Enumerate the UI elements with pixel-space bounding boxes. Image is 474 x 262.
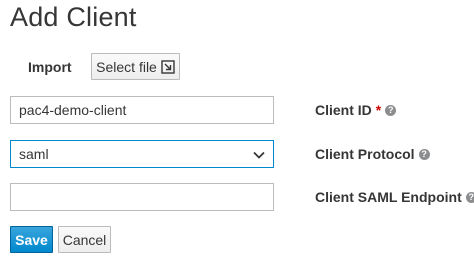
import-label: Import [28,59,72,75]
import-icon [161,59,175,74]
client-saml-endpoint-label: Client SAML Endpoint ? [315,189,474,205]
help-icon[interactable]: ? [465,191,474,203]
client-id-field[interactable] [10,96,274,124]
client-id-input[interactable] [19,97,265,123]
select-file-button[interactable]: Select file [91,53,180,80]
required-mark: * [375,102,382,118]
save-button[interactable]: Save [10,226,53,253]
chevron-down-icon [253,146,265,162]
client-protocol-value: saml [19,146,49,162]
client-saml-endpoint-field[interactable] [10,183,274,211]
client-protocol-select[interactable]: saml [10,140,274,168]
select-file-label: Select file [96,58,157,75]
help-icon[interactable]: ? [385,104,397,116]
page-title: Add Client [10,2,137,32]
help-icon[interactable]: ? [418,148,430,160]
client-protocol-label: Client Protocol ? [315,146,430,162]
client-id-label: Client ID * ? [315,102,397,118]
cancel-button[interactable]: Cancel [58,226,111,253]
client-saml-endpoint-input[interactable] [19,184,265,210]
